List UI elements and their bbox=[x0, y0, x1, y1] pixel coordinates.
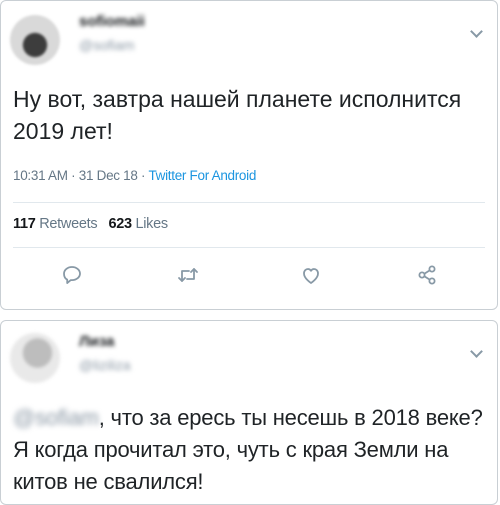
author-handle[interactable]: @liziliza bbox=[79, 357, 131, 373]
mention-link[interactable]: @sofiam bbox=[13, 402, 99, 434]
tweet-card: sofiomaii @sofiam Ну вот, завтра нашей п… bbox=[0, 0, 498, 310]
author-name[interactable]: Лиза bbox=[79, 333, 114, 350]
tweet-actions bbox=[1, 263, 497, 293]
share-icon[interactable] bbox=[415, 263, 439, 287]
tweet-source[interactable]: Twitter For Android bbox=[148, 168, 256, 183]
like-icon[interactable] bbox=[299, 263, 323, 287]
author-handle[interactable]: @sofiam bbox=[79, 37, 134, 53]
retweets-stat[interactable]: 117 Retweets bbox=[13, 216, 98, 232]
tweet-text: Ну вот, завтра нашей планете исполнится … bbox=[13, 86, 462, 144]
divider bbox=[13, 247, 485, 248]
avatar[interactable] bbox=[10, 333, 60, 383]
tweet-date[interactable]: 31 Dec 18 bbox=[79, 168, 138, 183]
author-name[interactable]: sofiomaii bbox=[79, 13, 145, 30]
likes-stat[interactable]: 623 Likes bbox=[108, 216, 169, 232]
divider bbox=[13, 202, 485, 203]
tweet-time[interactable]: 10:31 AM bbox=[13, 168, 68, 183]
retweets-count: 117 bbox=[13, 216, 36, 232]
separator: · bbox=[71, 168, 79, 183]
chevron-down-icon[interactable] bbox=[470, 345, 483, 358]
likes-label: Likes bbox=[135, 216, 169, 232]
likes-count: 623 bbox=[108, 216, 132, 232]
retweet-icon[interactable] bbox=[176, 263, 200, 287]
tweet-meta: 10:31 AM · 31 Dec 18 · Twitter For Andro… bbox=[13, 168, 256, 183]
retweets-label: Retweets bbox=[39, 216, 98, 232]
reply-text: @sofiam, что за ересь ты несешь в 2018 в… bbox=[13, 402, 493, 498]
reply-tweet-card: Лиза @liziliza @sofiam, что за ересь ты … bbox=[0, 320, 498, 505]
chevron-down-icon[interactable] bbox=[470, 25, 483, 38]
avatar[interactable] bbox=[10, 15, 60, 65]
reply-icon[interactable] bbox=[60, 263, 84, 287]
tweet-stats: 117 Retweets 623 Likes bbox=[13, 216, 168, 232]
